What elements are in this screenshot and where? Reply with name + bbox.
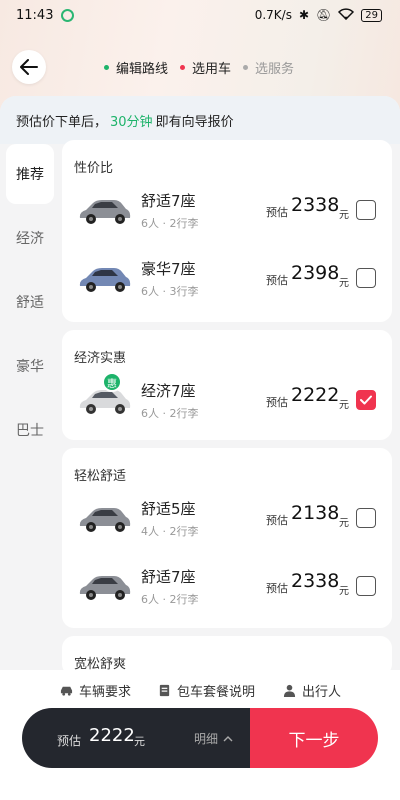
price-unit: 元 (134, 735, 145, 748)
car-name: 舒适7座 (141, 568, 196, 586)
car-capacity: 4人 · 2行李 (141, 525, 199, 538)
package-description-link[interactable]: 包车套餐说明 (158, 681, 255, 700)
bluetooth-icon: ✱ (298, 8, 310, 22)
car-option[interactable]: 舒适5座 4人 · 2行李 预估 2138 元 (62, 490, 392, 550)
car-option[interactable]: 舒适7座 6人 · 2行李 预估 2338 元 (62, 182, 392, 242)
document-icon (159, 684, 170, 696)
footer: 车辆要求 包车套餐说明 出行人 预估 2222 元 明细 下一步 (0, 670, 400, 800)
section-title: 轻松舒适 (74, 469, 127, 484)
price-unit: 元 (339, 278, 349, 289)
car-checkbox[interactable] (356, 576, 376, 596)
car-checkbox[interactable] (356, 508, 376, 528)
car-option[interactable]: 舒适7座 6人 · 2行李 预估 2338 元 (62, 558, 392, 618)
section-value: 性价比 舒适7座 6人 · 2行李 预估 2338 元 豪华7座 6人 · 3行… (62, 140, 392, 322)
estimate-label: 预估 (266, 396, 288, 409)
car-name: 豪华7座 (141, 260, 196, 278)
car-checkbox[interactable] (356, 200, 376, 220)
total-price: 2222 (89, 725, 135, 746)
car-price: 2222 (291, 384, 340, 406)
footer-links: 车辆要求 包车套餐说明 出行人 (0, 678, 400, 702)
section-economy: 经济实惠 惠 经济7座 6人 · 2行李 预估 2222 元 (62, 330, 392, 440)
nav-bar: 编辑路线 选用车 选服务 (0, 48, 400, 88)
section-title: 性价比 (74, 161, 114, 176)
car-checkbox[interactable] (356, 268, 376, 288)
car-name: 舒适5座 (141, 500, 196, 518)
back-button[interactable] (12, 50, 46, 84)
category-comfort[interactable]: 舒适 (6, 272, 54, 332)
car-small-icon (60, 686, 73, 696)
step-indicator: 编辑路线 选用车 选服务 (104, 58, 294, 77)
price-summary: 预估 2222 元 明细 (22, 708, 250, 768)
category-luxury[interactable]: 豪华 (6, 336, 54, 396)
battery-icon: 29 (361, 8, 382, 22)
category-bus[interactable]: 巴士 (6, 400, 54, 460)
discount-badge: 惠 (102, 372, 122, 392)
estimate-label: 预估 (266, 274, 288, 287)
step-select-car: 选用车 (180, 58, 231, 77)
car-name: 舒适7座 (141, 192, 196, 210)
car-capacity: 6人 · 3行李 (141, 285, 199, 298)
car-option[interactable]: 豪华7座 6人 · 3行李 预估 2398 元 (62, 250, 392, 310)
wifi-icon (338, 7, 355, 23)
traveler-link[interactable]: 出行人 (283, 681, 341, 700)
step-select-service: 选服务 (243, 58, 294, 77)
check-icon (360, 395, 372, 405)
arrow-left-icon (20, 59, 38, 75)
car-capacity: 6人 · 2行李 (141, 217, 199, 230)
price-detail-toggle[interactable]: 明细 (194, 730, 233, 747)
vehicle-requirements-link[interactable]: 车辆要求 (60, 681, 131, 700)
estimate-label: 预估 (266, 582, 288, 595)
estimate-label: 预估 (266, 514, 288, 527)
section-title: 经济实惠 (74, 351, 127, 366)
car-price: 2338 (291, 194, 340, 216)
checkout-bar: 预估 2222 元 明细 下一步 (22, 708, 378, 768)
car-price: 2338 (291, 570, 340, 592)
category-recommended[interactable]: 推荐 (6, 144, 54, 204)
chevron-up-icon (223, 736, 233, 742)
category-economy[interactable]: 经济 (6, 208, 54, 268)
car-icon (79, 508, 131, 532)
estimate-label: 预估 (266, 206, 288, 219)
car-icon (79, 200, 131, 224)
price-unit: 元 (339, 586, 349, 597)
car-icon (79, 576, 131, 600)
car-checkbox-checked[interactable] (356, 390, 376, 410)
status-time: 11:43 (16, 7, 54, 23)
quote-notice: 预估价下单后， 30分钟 即有向导报价 (0, 96, 400, 144)
section-relaxed: 轻松舒适 舒适5座 4人 · 2行李 预估 2138 元 舒适7座 6人 · 2… (62, 448, 392, 628)
estimate-label: 预估 (57, 734, 82, 748)
step-edit-route[interactable]: 编辑路线 (104, 58, 168, 77)
network-speed: 0.7K/s (254, 8, 292, 22)
car-price: 2398 (291, 262, 340, 284)
car-capacity: 6人 · 2行李 (141, 593, 199, 606)
category-sidebar: 推荐 经济 舒适 豪华 巴士 (0, 144, 60, 674)
car-option-selected[interactable]: 惠 经济7座 6人 · 2行李 预估 2222 元 (62, 372, 392, 432)
car-name: 经济7座 (141, 382, 196, 400)
next-step-button[interactable]: 下一步 (250, 708, 378, 768)
car-capacity: 6人 · 2行李 (141, 407, 199, 420)
mute-icon: 🔕︎ (316, 8, 332, 22)
notification-icon (61, 8, 75, 22)
price-unit: 元 (339, 518, 349, 529)
price-unit: 元 (339, 210, 349, 221)
status-bar: 11:43 0.7K/s ✱ 🔕︎ 29 (0, 0, 400, 30)
price-unit: 元 (339, 400, 349, 411)
car-price: 2138 (291, 502, 340, 524)
person-icon (283, 684, 296, 697)
car-icon (79, 268, 131, 292)
